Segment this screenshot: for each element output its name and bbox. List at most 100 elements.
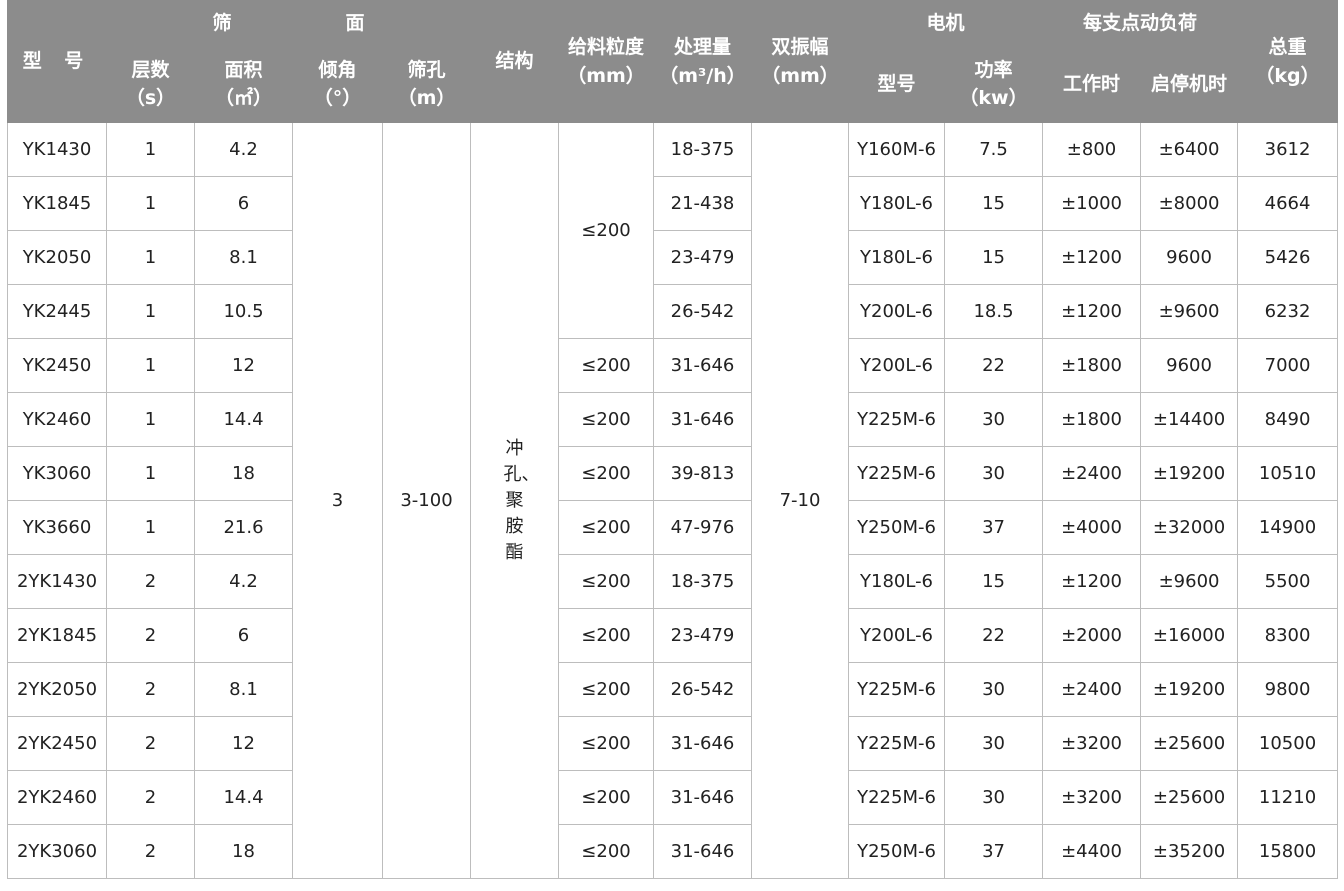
header-motor-group: 电机 <box>848 0 1044 46</box>
cell-power: 37 <box>944 824 1044 879</box>
cell-model: 2YK2450 <box>7 716 107 771</box>
cell-power: 30 <box>944 446 1044 501</box>
cell-motor-model: Y200L-6 <box>848 608 946 663</box>
cell-power: 7.5 <box>944 122 1044 177</box>
table-row: 2YK1845 2 6 ≤200 23-479 Y200L-6 22 ±2000 ±16000 8… <box>7 608 1339 663</box>
cell-startstop: ±16000 <box>1140 608 1239 663</box>
table-row: YK2050 1 8.1 23-479 Y180L-6 15 ±1200 9600 5426 <box>7 230 1339 285</box>
cell-amplitude: 7-10 <box>751 122 850 879</box>
cell-power: 18.5 <box>944 284 1044 339</box>
table-row: 2YK2050 2 8.1 ≤200 26-542 Y225M-6 30 ±2400 ±1920… <box>7 662 1339 717</box>
cell-startstop: ±19200 <box>1140 662 1239 717</box>
cell-power: 15 <box>944 230 1044 285</box>
cell-weight: 15800 <box>1237 824 1339 879</box>
cell-area: 14.4 <box>194 770 293 825</box>
cell-power: 30 <box>944 662 1044 717</box>
cell-layers: 2 <box>106 716 195 771</box>
cell-feed: ≤200 <box>558 662 655 717</box>
cell-weight: 4664 <box>1237 176 1339 231</box>
cell-startstop: ±6400 <box>1140 122 1239 177</box>
cell-feed: ≤200 <box>558 122 655 339</box>
cell-capacity: 18-375 <box>653 122 753 177</box>
table-header: 型 号 筛 面 结构 给料粒度 （mm） 处理量 （m³/h） 双振幅 （mm） 电机… <box>7 0 1339 123</box>
cell-model: 2YK2460 <box>7 770 107 825</box>
cell-startstop: ±9600 <box>1140 554 1239 609</box>
cell-layers: 1 <box>106 122 195 177</box>
cell-feed: ≤200 <box>558 824 655 879</box>
cell-model: YK1430 <box>7 122 107 177</box>
table-row: 2YK2460 2 14.4 ≤200 31-646 Y225M-6 30 ±3200 ±256… <box>7 770 1339 825</box>
cell-startstop: ±19200 <box>1140 446 1239 501</box>
cell-capacity: 18-375 <box>653 554 753 609</box>
cell-capacity: 26-542 <box>653 284 753 339</box>
cell-work: ±2000 <box>1042 608 1142 663</box>
cell-startstop: 9600 <box>1140 230 1239 285</box>
cell-power: 15 <box>944 554 1044 609</box>
cell-model: YK2450 <box>7 338 107 393</box>
table-row: 2YK2450 2 12 ≤200 31-646 Y225M-6 30 ±3200 ±25600… <box>7 716 1339 771</box>
header-load-group: 每支点动负荷 <box>1042 0 1239 46</box>
cell-work: ±1800 <box>1042 392 1142 447</box>
cell-motor-model: Y200L-6 <box>848 338 946 393</box>
cell-power: 30 <box>944 770 1044 825</box>
cell-power: 30 <box>944 716 1044 771</box>
cell-feed: ≤200 <box>558 446 655 501</box>
cell-capacity: 23-479 <box>653 608 753 663</box>
header-model: 型 号 <box>7 0 107 123</box>
table-row: 2YK3060 2 18 ≤200 31-646 Y250M-6 37 ±4400 ±35200… <box>7 824 1339 879</box>
header-work: 工作时 <box>1042 45 1142 123</box>
cell-work: ±1200 <box>1042 230 1142 285</box>
cell-area: 6 <box>194 176 293 231</box>
cell-model: YK1845 <box>7 176 107 231</box>
cell-startstop: ±25600 <box>1140 716 1239 771</box>
table-row: YK1430 1 4.2 3 3-100 冲孔、聚胺酯 ≤200 18-375 7-10 Y160… <box>7 122 1339 879</box>
cell-area: 14.4 <box>194 392 293 447</box>
cell-layers: 2 <box>106 608 195 663</box>
cell-capacity: 47-976 <box>653 500 753 555</box>
cell-power: 22 <box>944 338 1044 393</box>
cell-weight: 5500 <box>1237 554 1339 609</box>
cell-work: ±1200 <box>1042 554 1142 609</box>
cell-weight: 8300 <box>1237 608 1339 663</box>
cell-angle: 3 <box>292 122 383 879</box>
cell-startstop: ±25600 <box>1140 770 1239 825</box>
cell-capacity: 21-438 <box>653 176 753 231</box>
cell-motor-model: Y250M-6 <box>848 824 946 879</box>
cell-capacity: 31-646 <box>653 770 753 825</box>
cell-capacity: 39-813 <box>653 446 753 501</box>
header-feed: 给料粒度 （mm） <box>558 0 655 123</box>
cell-motor-model: Y225M-6 <box>848 392 946 447</box>
header-startstop: 启停机时 <box>1140 45 1239 123</box>
cell-area: 8.1 <box>194 662 293 717</box>
cell-area: 4.2 <box>194 554 293 609</box>
cell-weight: 3612 <box>1237 122 1339 177</box>
header-power: 功率 （kw） <box>944 45 1044 123</box>
cell-motor-model: Y160M-6 <box>848 122 946 177</box>
cell-weight: 9800 <box>1237 662 1339 717</box>
cell-power: 30 <box>944 392 1044 447</box>
cell-layers: 1 <box>106 176 195 231</box>
cell-work: ±800 <box>1042 122 1142 177</box>
cell-startstop: ±14400 <box>1140 392 1239 447</box>
cell-feed: ≤200 <box>558 500 655 555</box>
cell-capacity: 26-542 <box>653 662 753 717</box>
cell-startstop: ±32000 <box>1140 500 1239 555</box>
cell-work: ±1200 <box>1042 284 1142 339</box>
table-row: 2YK1430 2 4.2 ≤200 18-375 Y180L-6 15 ±1200 ±9600… <box>7 554 1339 609</box>
cell-capacity: 23-479 <box>653 230 753 285</box>
cell-model: 2YK3060 <box>7 824 107 879</box>
header-capacity: 处理量 （m³/h） <box>653 0 753 123</box>
cell-feed: ≤200 <box>558 608 655 663</box>
cell-area: 4.2 <box>194 122 293 177</box>
cell-model: YK2460 <box>7 392 107 447</box>
cell-feed: ≤200 <box>558 716 655 771</box>
table-row: YK2450 1 12 ≤200 31-646 Y200L-6 22 ±1800 9600 700… <box>7 338 1339 393</box>
cell-startstop: 9600 <box>1140 338 1239 393</box>
cell-capacity: 31-646 <box>653 716 753 771</box>
cell-model: YK3660 <box>7 500 107 555</box>
cell-motor-model: Y180L-6 <box>848 176 946 231</box>
header-structure: 结构 <box>470 0 560 123</box>
cell-weight: 11210 <box>1237 770 1339 825</box>
table-row: YK3060 1 18 ≤200 39-813 Y225M-6 30 ±2400 ±19200 1… <box>7 446 1339 501</box>
cell-layers: 1 <box>106 392 195 447</box>
